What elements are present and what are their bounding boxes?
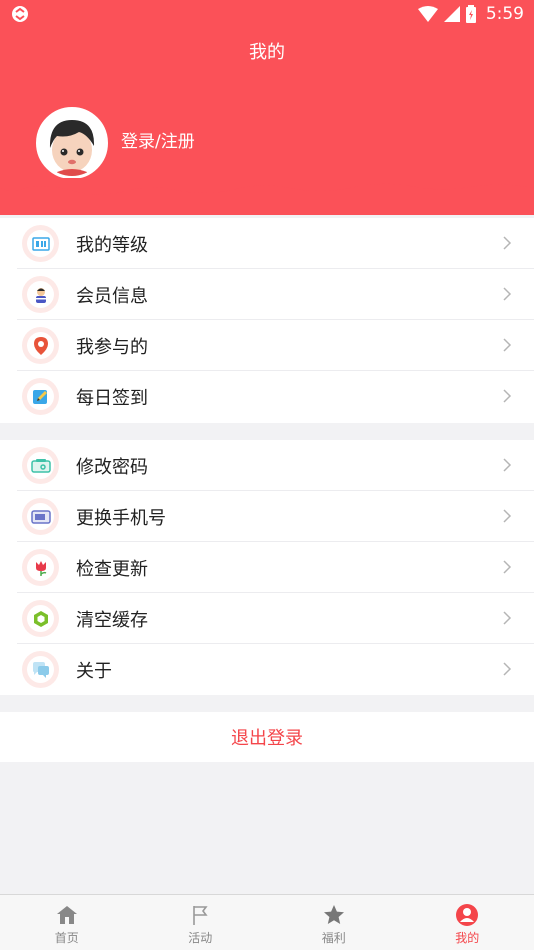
- logout-button[interactable]: 退出登录: [0, 712, 534, 762]
- menu-item-label: 修改密码: [76, 457, 148, 478]
- member-icon: [22, 276, 59, 313]
- chevron-right-icon: [503, 560, 512, 574]
- chevron-right-icon: [503, 611, 512, 625]
- wifi-icon: [417, 6, 438, 22]
- location-pin-icon: [22, 327, 59, 364]
- signal-icon: [443, 6, 460, 22]
- menu-item-label: 清空缓存: [76, 610, 148, 631]
- password-icon: [22, 447, 59, 484]
- menu-item-label: 更换手机号: [76, 508, 166, 529]
- menu-item-clear-cache[interactable]: 清空缓存: [0, 593, 534, 644]
- menu-item-daily-signin[interactable]: 每日签到: [0, 371, 534, 422]
- menu-item-level[interactable]: 我的等级: [0, 218, 534, 269]
- avatar[interactable]: [36, 107, 108, 179]
- menu-item-check-update[interactable]: 检查更新: [0, 542, 534, 593]
- update-tulip-icon: [22, 549, 59, 586]
- menu-item-label: 每日签到: [76, 388, 148, 409]
- menu-item-change-phone[interactable]: 更换手机号: [0, 491, 534, 542]
- signin-pencil-icon: [22, 378, 59, 415]
- nav-item-home[interactable]: 首页: [0, 895, 134, 950]
- nav-item-welfare[interactable]: 福利: [267, 895, 401, 950]
- avatar-cartoon-icon: [39, 110, 105, 176]
- app-notification-icon: [12, 6, 28, 22]
- chevron-right-icon: [503, 389, 512, 403]
- nav-item-mine[interactable]: 我的: [401, 895, 534, 950]
- chevron-right-icon: [503, 338, 512, 352]
- nav-item-activity[interactable]: 活动: [134, 895, 268, 950]
- menu-item-about[interactable]: 关于: [0, 644, 534, 695]
- level-icon: [22, 225, 59, 262]
- chevron-right-icon: [503, 458, 512, 472]
- flag-icon: [193, 906, 208, 925]
- menu-item-participated[interactable]: 我参与的: [0, 320, 534, 371]
- nav-label: 活动: [188, 931, 213, 945]
- login-register-link[interactable]: 登录/注册: [121, 127, 195, 152]
- cache-hexagon-icon: [22, 600, 59, 637]
- page-title: 我的: [249, 42, 285, 63]
- header-wave-divider: [0, 178, 534, 195]
- menu-group-account: 我的等级 会员信息 我参与的 每日签到: [0, 218, 534, 423]
- status-bar: 5:59: [0, 0, 534, 28]
- star-icon: [323, 905, 344, 924]
- chevron-right-icon: [503, 287, 512, 301]
- chevron-right-icon: [503, 509, 512, 523]
- phone-icon: [22, 498, 59, 535]
- menu-item-label: 检查更新: [76, 559, 148, 580]
- menu-item-label: 我的等级: [76, 235, 148, 256]
- bottom-nav: 首页 活动 福利 我的: [0, 894, 534, 950]
- nav-label: 福利: [321, 931, 346, 945]
- chevron-right-icon: [503, 662, 512, 676]
- home-icon: [56, 906, 77, 924]
- nav-label: 我的: [455, 931, 480, 945]
- menu-item-member-info[interactable]: 会员信息: [0, 269, 534, 320]
- chevron-right-icon: [503, 236, 512, 250]
- battery-icon: [465, 5, 476, 23]
- menu-item-label: 关于: [76, 661, 112, 682]
- nav-label: 首页: [54, 931, 79, 945]
- about-chat-icon: [22, 651, 59, 688]
- menu-item-change-password[interactable]: 修改密码: [0, 440, 534, 491]
- menu-item-label: 会员信息: [76, 286, 148, 307]
- status-time: 5:59: [485, 4, 524, 24]
- menu-item-label: 我参与的: [76, 337, 148, 358]
- profile-icon: [456, 904, 479, 926]
- menu-group-settings: 修改密码 更换手机号 检查更新 清空缓存 关于: [0, 440, 534, 695]
